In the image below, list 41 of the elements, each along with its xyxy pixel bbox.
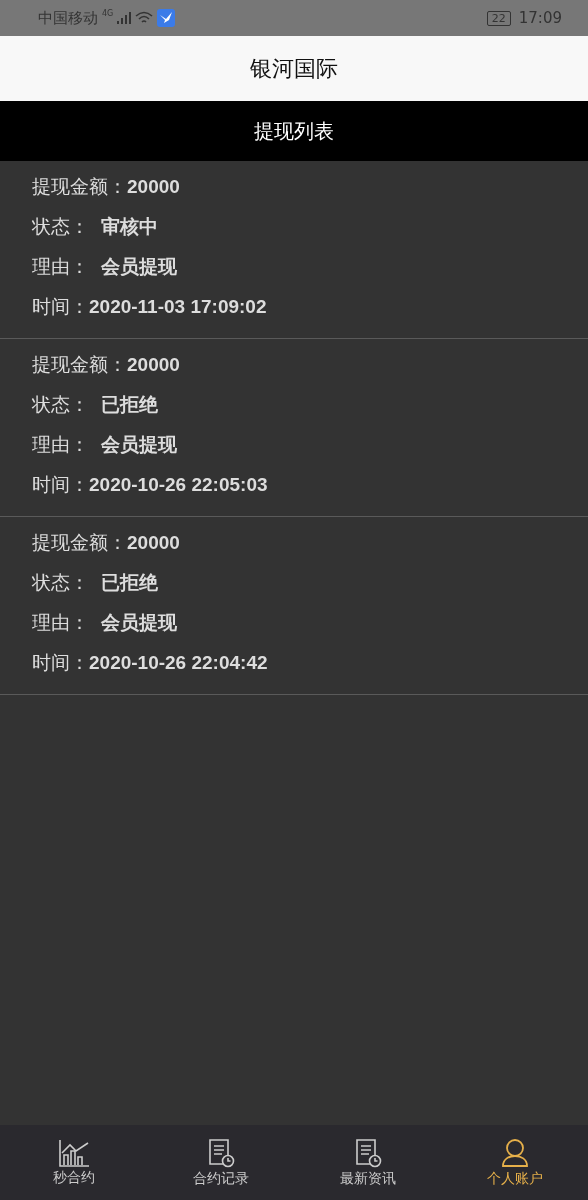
field-value: 会员提现: [101, 433, 177, 457]
field-value: 2020-10-26 22:05:03: [89, 474, 268, 496]
document-clock-icon: [206, 1137, 235, 1168]
field-label: 状态：: [32, 392, 89, 417]
bird-app-icon: [157, 9, 176, 27]
field-label: 理由：: [32, 432, 89, 457]
field-label: 提现金额：: [32, 174, 127, 199]
field-value: 2020-11-03 17:09:02: [89, 296, 267, 318]
field-value: 审核中: [101, 215, 158, 239]
field-value: 已拒绝: [101, 571, 158, 595]
document-clock-icon: [353, 1137, 382, 1168]
field-label: 时间：: [32, 294, 89, 319]
field-label: 状态：: [32, 214, 89, 239]
wifi-icon: [135, 11, 154, 25]
field-label: 时间：: [32, 472, 89, 497]
nav-tab[interactable]: 个人账户: [441, 1125, 588, 1200]
field-value: 2020-10-26 22:04:42: [89, 652, 268, 674]
field-label: 理由：: [32, 610, 89, 635]
field-label: 状态：: [32, 570, 89, 595]
field-value: 20000: [127, 532, 180, 554]
field-label: 时间：: [32, 650, 89, 675]
person-icon: [499, 1137, 530, 1168]
nav-tab[interactable]: 合约记录: [147, 1125, 294, 1200]
field-label: 理由：: [32, 254, 89, 279]
nav-tab[interactable]: 秒合约: [0, 1125, 147, 1200]
field-value: 会员提现: [101, 255, 177, 279]
section-title: 提现列表: [254, 117, 334, 145]
field-label: 提现金额：: [32, 352, 127, 377]
app-title: 银河国际: [250, 54, 338, 83]
nav-tab[interactable]: 最新资讯: [294, 1125, 441, 1200]
chart-icon: [57, 1138, 90, 1167]
field-value: 20000: [127, 354, 180, 376]
field-value: 20000: [127, 176, 180, 198]
field-value: 会员提现: [101, 611, 177, 635]
battery-level: 22: [486, 10, 511, 26]
clock-time: 17:09: [518, 9, 562, 27]
signal-icon: [117, 12, 132, 24]
field-label: 提现金额：: [32, 530, 127, 555]
field-value: 已拒绝: [101, 393, 158, 417]
carrier-name: 中国移动: [38, 8, 98, 28]
network-type: 4G: [102, 9, 114, 18]
